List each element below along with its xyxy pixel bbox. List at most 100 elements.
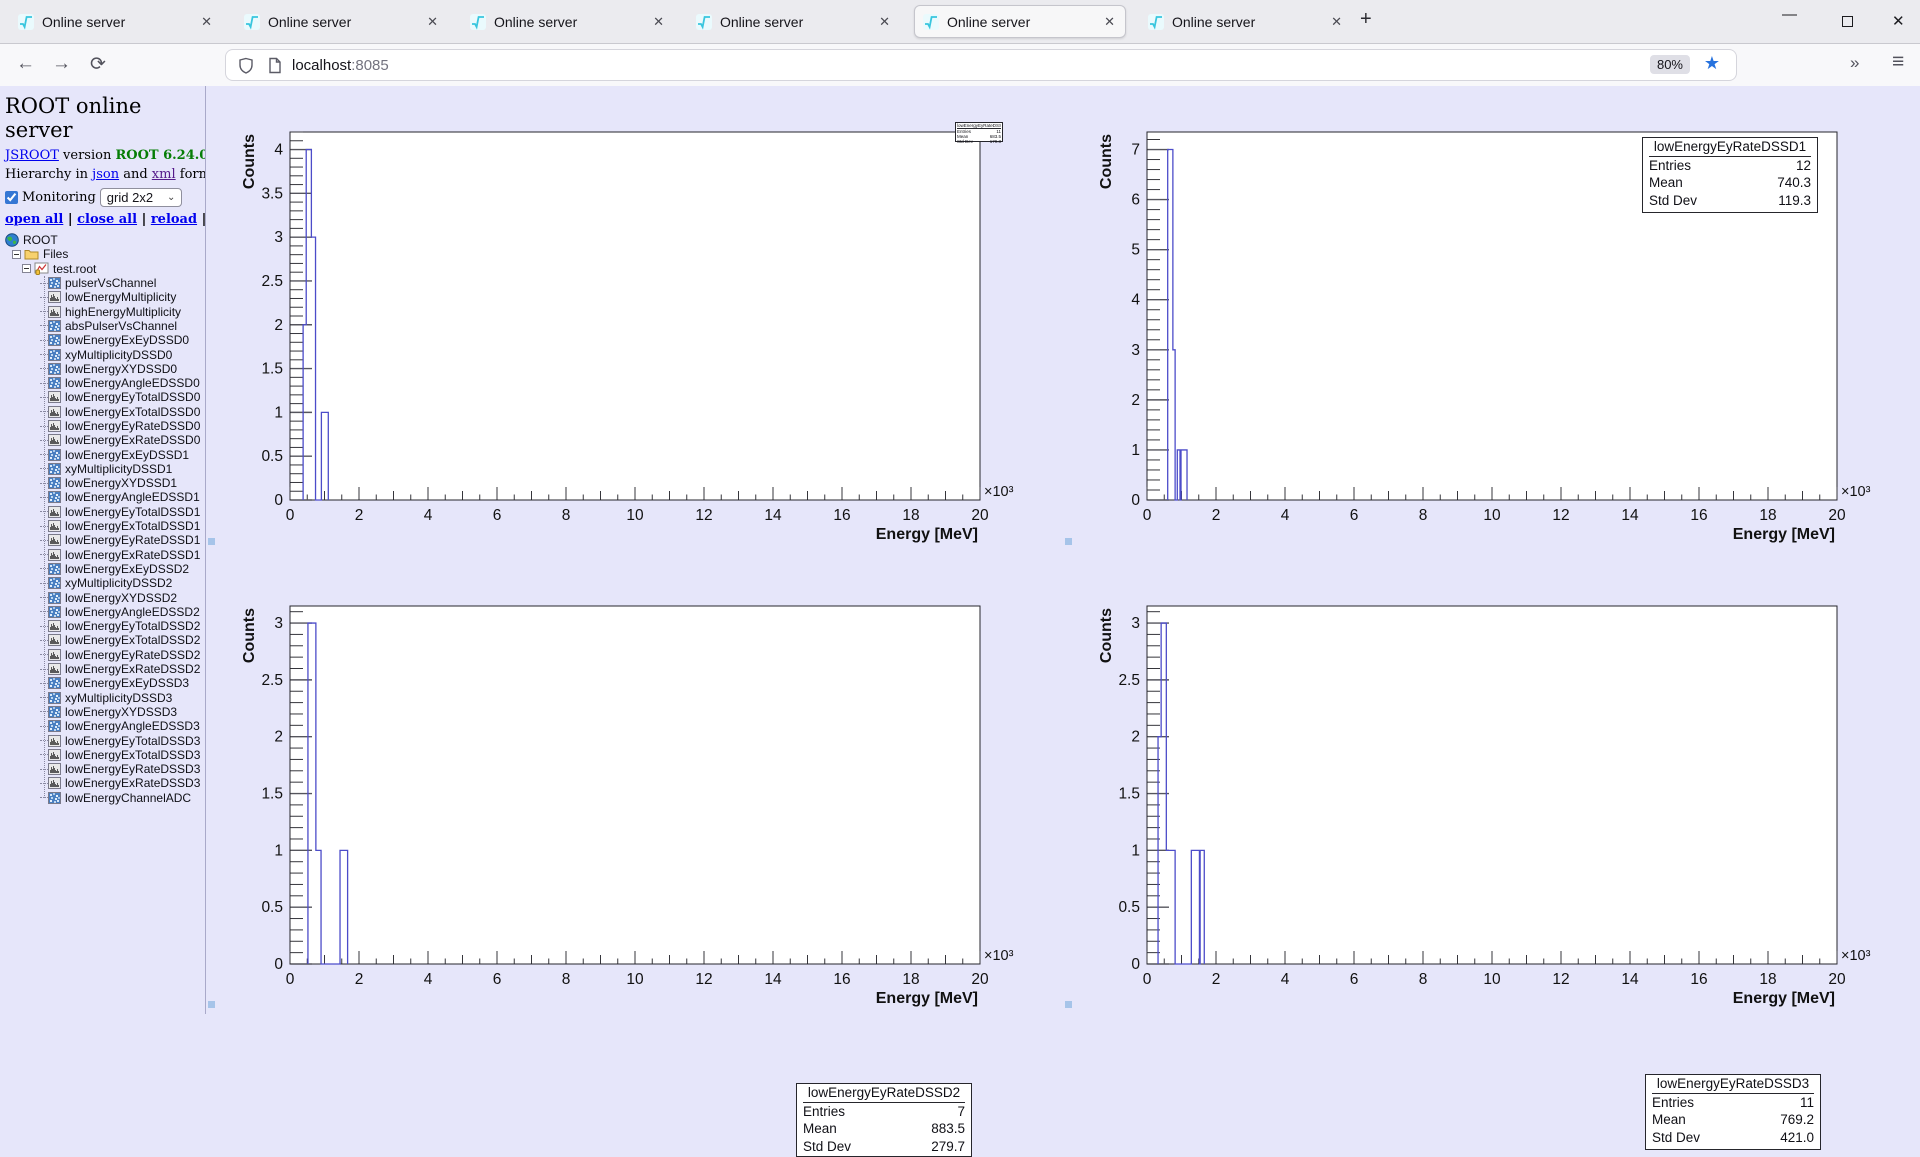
- tree-item-label[interactable]: lowEnergyExRateDSSD3: [65, 776, 200, 790]
- tree-item-label[interactable]: lowEnergyExTotalDSSD0: [65, 405, 200, 419]
- tree-row[interactable]: xyMultiplicityDSSD2: [0, 576, 205, 590]
- tree-row[interactable]: lowEnergyEyTotalDSSD2: [0, 619, 205, 633]
- tree-row[interactable]: lowEnergyExEyDSSD1: [0, 447, 205, 461]
- back-icon[interactable]: ←: [16, 53, 35, 75]
- browser-tab[interactable]: Online server✕: [10, 5, 222, 38]
- tree-row[interactable]: Files: [0, 247, 205, 261]
- tree-item-label[interactable]: lowEnergyEyTotalDSSD3: [65, 734, 200, 748]
- tree-item-label[interactable]: lowEnergyExEyDSSD2: [65, 562, 189, 576]
- tab-close-icon[interactable]: ✕: [877, 14, 892, 30]
- tree-row[interactable]: lowEnergyAngleEDSSD2: [0, 605, 205, 619]
- tree-item-label[interactable]: lowEnergyChannelADC: [65, 791, 191, 805]
- tree-row[interactable]: lowEnergyXYDSSD1: [0, 476, 205, 490]
- tree-row[interactable]: lowEnergyEyRateDSSD3: [0, 762, 205, 776]
- reload-link[interactable]: reload: [151, 212, 197, 227]
- tree-root-label[interactable]: ROOT: [23, 233, 58, 247]
- tree-item-label[interactable]: lowEnergyEyTotalDSSD2: [65, 619, 200, 633]
- tree-row[interactable]: lowEnergyExTotalDSSD0: [0, 405, 205, 419]
- collapse-toggle-icon[interactable]: [12, 250, 21, 259]
- tree-row[interactable]: lowEnergyExRateDSSD1: [0, 548, 205, 562]
- tree-item-label[interactable]: lowEnergyExTotalDSSD1: [65, 519, 200, 533]
- window-minimize-button[interactable]: —: [1782, 6, 1797, 23]
- pad-resize-marker[interactable]: [208, 538, 215, 545]
- browser-tab[interactable]: Online server✕: [462, 5, 674, 38]
- tree-item-label[interactable]: lowEnergyAngleEDSSD0: [65, 376, 200, 390]
- tree-item-label[interactable]: lowEnergyXYDSSD3: [65, 705, 177, 719]
- window-maximize-button[interactable]: [1842, 16, 1853, 27]
- browser-tab[interactable]: Online server✕: [914, 5, 1126, 38]
- tree-item-label[interactable]: lowEnergyEyRateDSSD0: [65, 419, 200, 433]
- stat-box-lowEnergyEyRateDSSD1[interactable]: lowEnergyEyRateDSSD1Entries12Mean740.3St…: [1642, 137, 1818, 213]
- tab-close-icon[interactable]: ✕: [425, 14, 440, 30]
- tree-item-label[interactable]: lowEnergyEyRateDSSD2: [65, 648, 200, 662]
- tree-row[interactable]: absPulserVsChannel: [0, 319, 205, 333]
- stat-box-lowEnergyEyRateDSSD2[interactable]: lowEnergyEyRateDSSD2Entries7Mean883.5Std…: [796, 1083, 972, 1157]
- tree-row[interactable]: xyMultiplicityDSSD0: [0, 347, 205, 361]
- tree-row[interactable]: lowEnergyExRateDSSD0: [0, 433, 205, 447]
- tree-item-label[interactable]: xyMultiplicityDSSD3: [65, 691, 172, 705]
- tree-row[interactable]: lowEnergyExTotalDSSD2: [0, 633, 205, 647]
- tree-item-label[interactable]: lowEnergyXYDSSD2: [65, 591, 177, 605]
- tree-folder-label[interactable]: Files: [43, 247, 68, 261]
- tree-row[interactable]: lowEnergyMultiplicity: [0, 290, 205, 304]
- tree-item-label[interactable]: xyMultiplicityDSSD1: [65, 462, 172, 476]
- histogram-pad-lowEnergyEyRateDSSD2[interactable]: 0246810121416182000.511.522.53×10³Energy…: [206, 560, 1063, 1034]
- pad-resize-marker[interactable]: [1065, 1001, 1072, 1008]
- tree-row[interactable]: lowEnergyXYDSSD3: [0, 705, 205, 719]
- tree-row[interactable]: lowEnergyXYDSSD2: [0, 590, 205, 604]
- tree-row[interactable]: lowEnergyEyRateDSSD2: [0, 648, 205, 662]
- layout-select[interactable]: grid 2x2 ⌄: [100, 188, 183, 207]
- zoom-level-badge[interactable]: 80%: [1650, 55, 1690, 74]
- open-all-link[interactable]: open all: [5, 212, 63, 227]
- tab-close-icon[interactable]: ✕: [651, 14, 666, 30]
- tree-item-label[interactable]: lowEnergyEyRateDSSD1: [65, 533, 200, 547]
- tree-item-label[interactable]: absPulserVsChannel: [65, 319, 177, 333]
- tree-item-label[interactable]: lowEnergyEyTotalDSSD1: [65, 505, 200, 519]
- forward-icon[interactable]: →: [52, 53, 71, 75]
- browser-tab[interactable]: Online server✕: [236, 5, 448, 38]
- tab-close-icon[interactable]: ✕: [1329, 14, 1344, 30]
- bookmark-star-icon[interactable]: ★: [1704, 53, 1720, 74]
- tree-item-label[interactable]: highEnergyMultiplicity: [65, 305, 181, 319]
- tree-row[interactable]: highEnergyMultiplicity: [0, 304, 205, 318]
- tree-row[interactable]: lowEnergyExTotalDSSD1: [0, 519, 205, 533]
- tree-item-label[interactable]: pulserVsChannel: [65, 276, 156, 290]
- tree-item-label[interactable]: lowEnergyEyTotalDSSD0: [65, 390, 200, 404]
- json-link[interactable]: json: [92, 167, 119, 182]
- tree-item-label[interactable]: lowEnergyXYDSSD0: [65, 362, 177, 376]
- tree-item-label[interactable]: lowEnergyAngleEDSSD3: [65, 719, 200, 733]
- hamburger-menu-icon[interactable]: ≡: [1892, 50, 1904, 74]
- tree-row[interactable]: lowEnergyAngleEDSSD3: [0, 719, 205, 733]
- collapse-toggle-icon[interactable]: [22, 264, 31, 273]
- url-bar[interactable]: localhost:8085 80% ★: [226, 50, 1736, 80]
- overflow-chevrons-icon[interactable]: »: [1850, 53, 1859, 73]
- tree-row[interactable]: lowEnergyExEyDSSD2: [0, 562, 205, 576]
- tree-item-label[interactable]: lowEnergyXYDSSD1: [65, 476, 177, 490]
- tree-item-label[interactable]: lowEnergyAngleEDSSD1: [65, 490, 200, 504]
- tree-item-label[interactable]: lowEnergyExRateDSSD2: [65, 662, 200, 676]
- tree-row[interactable]: xyMultiplicityDSSD1: [0, 462, 205, 476]
- window-close-button[interactable]: ✕: [1892, 12, 1905, 30]
- tree-row[interactable]: lowEnergyAngleEDSSD1: [0, 490, 205, 504]
- tree-row[interactable]: xyMultiplicityDSSD3: [0, 691, 205, 705]
- tree-row[interactable]: lowEnergyExEyDSSD3: [0, 676, 205, 690]
- histogram-pad-lowEnergyEyRateDSSD0[interactable]: 0246810121416182000.511.522.533.54×10³En…: [206, 86, 1063, 560]
- tree-item-label[interactable]: lowEnergyExTotalDSSD2: [65, 633, 200, 647]
- tree-item-label[interactable]: lowEnergyAngleEDSSD2: [65, 605, 200, 619]
- shield-icon[interactable]: [238, 57, 254, 74]
- stat-box-lowEnergyEyRateDSSD3[interactable]: lowEnergyEyRateDSSD3Entries11Mean769.2St…: [1645, 1074, 1821, 1150]
- tree-row[interactable]: lowEnergyExRateDSSD3: [0, 776, 205, 790]
- tree-item-label[interactable]: lowEnergyExEyDSSD1: [65, 448, 189, 462]
- tree-file-label[interactable]: test.root: [53, 262, 96, 276]
- tree-item-label[interactable]: lowEnergyExRateDSSD0: [65, 433, 200, 447]
- pad-resize-marker[interactable]: [1065, 538, 1072, 545]
- tab-close-icon[interactable]: ✕: [199, 14, 214, 30]
- tree-row[interactable]: lowEnergyExEyDSSD0: [0, 333, 205, 347]
- tree-item-label[interactable]: lowEnergyEyRateDSSD3: [65, 762, 200, 776]
- page-icon[interactable]: [268, 57, 282, 74]
- tree-row[interactable]: lowEnergyEyTotalDSSD1: [0, 505, 205, 519]
- tree-row[interactable]: test.root: [0, 262, 205, 276]
- tree-item-label[interactable]: xyMultiplicityDSSD0: [65, 348, 172, 362]
- tree-row[interactable]: pulserVsChannel: [0, 276, 205, 290]
- tree-item-label[interactable]: lowEnergyExTotalDSSD3: [65, 748, 200, 762]
